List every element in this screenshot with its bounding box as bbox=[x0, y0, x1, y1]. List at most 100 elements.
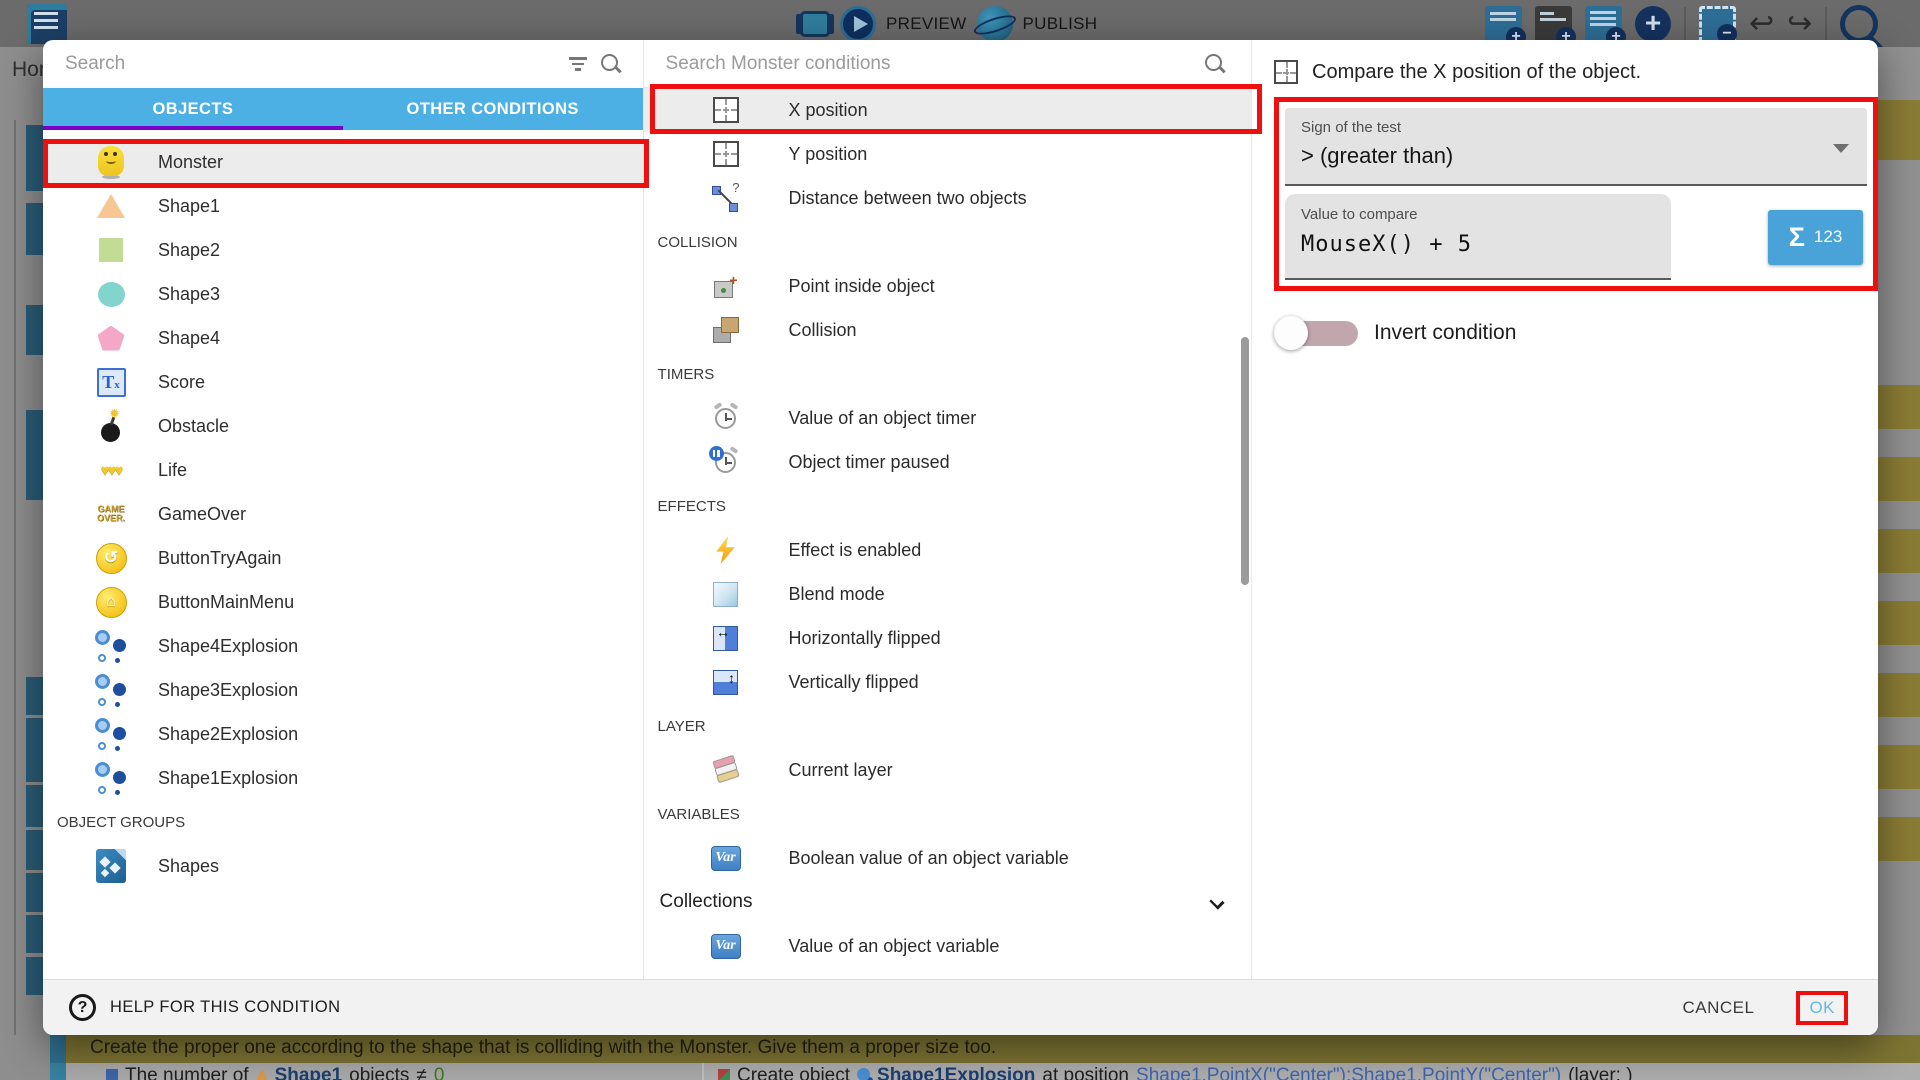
objects-search-row bbox=[43, 40, 643, 88]
publish-button: PUBLISH bbox=[1023, 14, 1098, 34]
object-list: Monster Shape1 Shape2 Shape3 bbox=[43, 130, 643, 888]
object-row-shape4[interactable]: Shape4 bbox=[43, 316, 643, 360]
value-to-compare-input[interactable]: Value to compare MouseX() + 5 bbox=[1285, 194, 1671, 280]
ok-button[interactable]: OK bbox=[1809, 998, 1835, 1017]
background-event-block bbox=[26, 957, 43, 995]
help-icon: ? bbox=[69, 994, 96, 1021]
object-row-obstacle[interactable]: ✹ Obstacle bbox=[43, 404, 643, 448]
condition-row-point-inside[interactable]: + Point inside object bbox=[644, 264, 1251, 308]
collections-expander[interactable]: Collections bbox=[644, 880, 1251, 924]
toolbar-separator bbox=[1684, 7, 1686, 41]
collision-icon bbox=[711, 315, 741, 345]
object-row-shape3explosion[interactable]: Shape3Explosion bbox=[43, 668, 643, 712]
condition-row-distance[interactable]: ? Distance between two objects bbox=[644, 176, 1251, 220]
toolbar-right: + + + + − ↩ ↪ bbox=[1485, 5, 1878, 43]
condition-row-effect-enabled[interactable]: Effect is enabled bbox=[644, 528, 1251, 572]
add-event-icon: + bbox=[1485, 6, 1522, 43]
condition-row-flipped-h[interactable]: Horizontally flipped bbox=[644, 616, 1251, 660]
condition-row-y-position[interactable]: Y position bbox=[644, 132, 1251, 176]
object-row-shape4explosion[interactable]: Shape4Explosion bbox=[43, 624, 643, 668]
layers-icon bbox=[711, 755, 741, 785]
object-row-shape1explosion[interactable]: Shape1Explosion bbox=[43, 756, 643, 800]
section-header-timers: TIMERS bbox=[644, 352, 1251, 396]
bomb-icon: ✹ bbox=[92, 407, 130, 445]
add-comment-icon: + bbox=[1585, 6, 1622, 43]
particles-icon bbox=[92, 627, 130, 665]
create-object-icon bbox=[718, 1069, 730, 1080]
section-header-collision: COLLISION bbox=[644, 220, 1251, 264]
object-row-shape2explosion[interactable]: Shape2Explosion bbox=[43, 712, 643, 756]
object-row-shape1[interactable]: Shape1 bbox=[43, 184, 643, 228]
filter-icon[interactable] bbox=[569, 57, 587, 71]
condition-row-timer-paused[interactable]: Object timer paused bbox=[644, 440, 1251, 484]
ok-highlight-box: OK bbox=[1796, 991, 1848, 1025]
expression-editor-button[interactable]: Σ 123 bbox=[1768, 210, 1863, 265]
sign-of-test-select[interactable]: Sign of the test > (greater than) bbox=[1285, 108, 1867, 186]
object-row-monster[interactable]: Monster bbox=[43, 140, 643, 184]
conditions-panel: X position Y position ? Distance between… bbox=[644, 40, 1252, 979]
search-icon bbox=[601, 54, 623, 76]
invert-condition-toggle[interactable] bbox=[1274, 315, 1366, 351]
condition-row-blend-mode[interactable]: Blend mode bbox=[644, 572, 1251, 616]
comment-text: Create the proper one according to the s… bbox=[66, 1035, 1920, 1063]
shapes-group-icon bbox=[92, 847, 130, 885]
condition-row-variable-value[interactable]: Var Value of an object variable bbox=[644, 924, 1251, 968]
publish-globe-icon bbox=[977, 6, 1013, 42]
preview-play-icon bbox=[840, 6, 876, 42]
dialog-footer: ? HELP FOR THIS CONDITION CANCEL OK bbox=[43, 979, 1878, 1035]
object-row-buttonmainmenu[interactable]: ⌂ ButtonMainMenu bbox=[43, 580, 643, 624]
undo-icon: ↩ bbox=[1749, 6, 1774, 42]
triangle-icon bbox=[92, 187, 130, 225]
section-header-variables: VARIABLES bbox=[644, 792, 1251, 836]
background-event-block bbox=[26, 718, 43, 782]
particles-icon bbox=[92, 715, 130, 753]
parameters-highlight-box: Sign of the test > (greater than) Value … bbox=[1274, 97, 1878, 291]
point-inside-icon: + bbox=[711, 271, 741, 301]
monster-icon bbox=[92, 143, 130, 181]
search-events-icon bbox=[1840, 5, 1878, 43]
object-row-score[interactable]: Tx Score bbox=[43, 360, 643, 404]
flip-vertical-icon bbox=[711, 667, 741, 697]
pentagon-icon bbox=[92, 319, 130, 357]
search-icon bbox=[1205, 54, 1227, 76]
background-event-block bbox=[26, 873, 43, 912]
condition-row-collision[interactable]: Collision bbox=[644, 308, 1251, 352]
objects-search-input[interactable] bbox=[43, 40, 643, 88]
home-button-icon: ⌂ bbox=[92, 583, 130, 621]
position-icon bbox=[1274, 60, 1298, 84]
help-button[interactable]: ? HELP FOR THIS CONDITION bbox=[69, 994, 340, 1021]
condition-row-current-layer[interactable]: Current layer bbox=[644, 748, 1251, 792]
condition-row-timer-value[interactable]: Value of an object timer bbox=[644, 396, 1251, 440]
chevron-down-icon bbox=[1209, 894, 1224, 909]
add-subevent-icon: + bbox=[1535, 6, 1572, 43]
object-row-gameover[interactable]: GAMEOVER. GameOver bbox=[43, 492, 643, 536]
object-row-buttontryagain[interactable]: ↺ ButtonTryAgain bbox=[43, 536, 643, 580]
background-event-block bbox=[26, 125, 43, 191]
object-row-life[interactable]: ♥♥♥ Life bbox=[43, 448, 643, 492]
square-icon bbox=[92, 231, 130, 269]
condition-row-x-position[interactable]: X position bbox=[644, 88, 1251, 132]
events-right-edge bbox=[1878, 47, 1920, 1080]
cancel-button[interactable]: CANCEL bbox=[1682, 998, 1754, 1018]
object-row-shape3[interactable]: Shape3 bbox=[43, 272, 643, 316]
events-sheet-tab-icon bbox=[27, 4, 67, 44]
explosion-mini-icon bbox=[857, 1068, 870, 1080]
object-row-shape2[interactable]: Shape2 bbox=[43, 228, 643, 272]
event-condition-cell: The number of Shape1 objects ≠ 0 bbox=[66, 1063, 702, 1080]
conditions-scrollbar[interactable] bbox=[1241, 337, 1249, 585]
background-event-block bbox=[26, 915, 43, 953]
hearts-icon: ♥♥♥ bbox=[92, 451, 130, 489]
condition-row-flipped-v[interactable]: Vertically flipped bbox=[644, 660, 1251, 704]
restart-button-icon: ↺ bbox=[92, 539, 130, 577]
tab-other-conditions[interactable]: OTHER CONDITIONS bbox=[343, 88, 643, 130]
section-header-effects: EFFECTS bbox=[644, 484, 1251, 528]
conditions-search-row bbox=[644, 40, 1251, 88]
invert-condition-row: Invert condition bbox=[1274, 315, 1878, 351]
condition-row-boolean-variable[interactable]: Var Boolean value of an object variable bbox=[644, 836, 1251, 880]
condition-source-tabs: OBJECTS OTHER CONDITIONS bbox=[43, 88, 643, 130]
conditions-search-input[interactable] bbox=[644, 40, 1251, 87]
group-row-shapes[interactable]: Shapes bbox=[43, 844, 643, 888]
lightning-icon bbox=[711, 535, 741, 565]
tab-objects[interactable]: OBJECTS bbox=[43, 88, 343, 130]
background-event-row: The number of Shape1 objects ≠ 0 Create … bbox=[0, 1063, 1920, 1080]
